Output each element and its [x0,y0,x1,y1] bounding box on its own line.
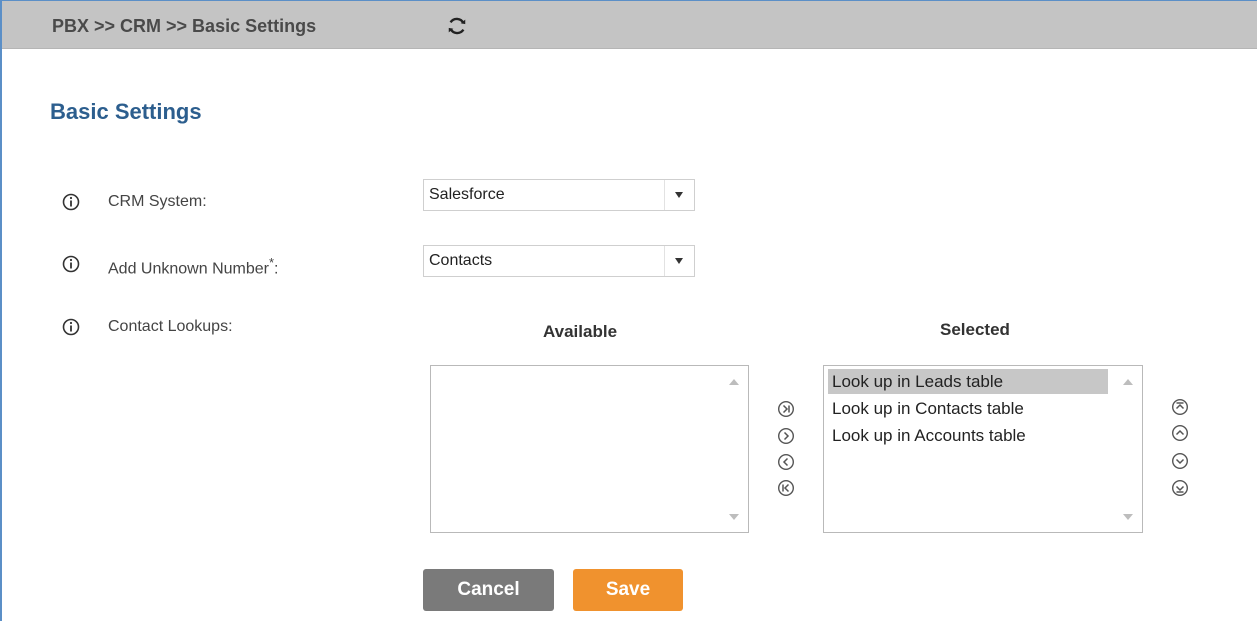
dropdown-arrow-icon [675,192,683,198]
scroll-up-icon[interactable] [729,379,739,385]
move-top-icon[interactable] [1171,398,1189,416]
available-heading: Available [543,322,618,341]
add-unknown-number-value: Contacts [429,252,493,269]
info-icon[interactable] [62,255,80,273]
selected-heading: Selected [940,320,1010,339]
page-title: Basic Settings [50,99,202,124]
move-bottom-icon[interactable] [1171,479,1189,497]
top-bar: PBX >> CRM >> Basic Settings [2,1,1257,49]
crm-system-label: CRM System: [108,193,207,210]
cancel-button[interactable]: Cancel [423,569,554,611]
available-list[interactable] [430,365,749,533]
scroll-down-icon[interactable] [1123,514,1133,520]
breadcrumb: PBX >> CRM >> Basic Settings [52,16,317,36]
crm-system-select[interactable]: Salesforce [423,179,695,211]
list-item[interactable]: Look up in Accounts table [828,423,1108,448]
contact-lookups-label: Contact Lookups: [108,318,233,335]
move-all-right-icon[interactable] [777,400,795,418]
list-item[interactable]: Look up in Contacts table [828,396,1108,421]
info-icon[interactable] [62,318,80,336]
add-unknown-number-label: Add Unknown Number*: [108,255,279,278]
move-right-icon[interactable] [777,427,795,445]
move-left-icon[interactable] [777,453,795,471]
selected-list[interactable]: Look up in Leads table Look up in Contac… [823,365,1143,533]
move-down-icon[interactable] [1171,452,1189,470]
dropdown-arrow-icon [675,258,683,264]
refresh-icon[interactable] [446,15,468,37]
move-all-left-icon[interactable] [777,479,795,497]
scroll-down-icon[interactable] [729,514,739,520]
save-button[interactable]: Save [573,569,683,611]
info-icon[interactable] [62,193,80,211]
add-unknown-number-select[interactable]: Contacts [423,245,695,277]
move-up-icon[interactable] [1171,424,1189,442]
list-item[interactable]: Look up in Leads table [828,369,1108,394]
scroll-up-icon[interactable] [1123,379,1133,385]
crm-system-value: Salesforce [429,186,505,203]
